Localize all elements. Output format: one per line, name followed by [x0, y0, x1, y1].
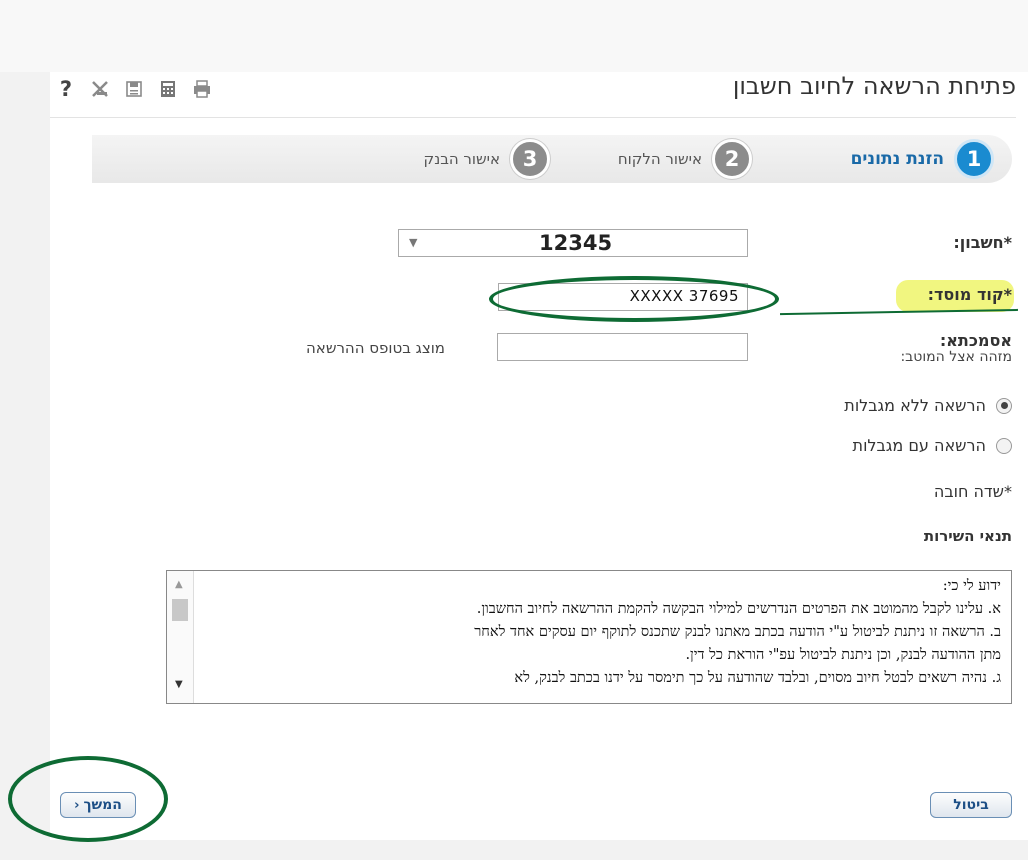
close-x-icon[interactable]	[89, 78, 111, 100]
annotation-oval-institution	[489, 276, 779, 322]
reference-label: אסמכתא:	[939, 331, 1012, 350]
toolbar: ?	[55, 77, 213, 101]
required-note: *שדה חובה	[933, 482, 1012, 501]
step-1-number: 1	[954, 139, 994, 179]
step-2: 2 אישור הלקוח	[618, 135, 752, 183]
title-divider	[50, 117, 1016, 118]
terms-textarea[interactable]: ▲ ▼ ידוע לי כי: א. עלינו לקבל מהמוטב את …	[166, 570, 1012, 704]
radio-unlimited-button[interactable]	[996, 397, 1012, 414]
reference-input[interactable]	[497, 333, 748, 361]
annotation-oval-next	[8, 756, 168, 842]
step-2-number: 2	[712, 139, 752, 179]
top-strip	[0, 0, 1028, 72]
scroll-down-icon[interactable]: ▼	[175, 679, 183, 690]
step-1-label: הזנת נתונים	[850, 149, 944, 169]
save-icon[interactable]	[123, 78, 145, 100]
terms-line: ב. הרשאה זו ניתנת לביטול ע"י הודעה בכתב …	[474, 624, 1001, 640]
cancel-button[interactable]: ביטול	[930, 792, 1012, 818]
scroll-thumb[interactable]	[172, 599, 188, 621]
terms-line: מתן ההודעה לבנק, וכן ניתנת לביטול עפ"י ה…	[685, 647, 1001, 663]
radio-limited-label: הרשאה עם מגבלות	[852, 436, 986, 455]
account-value: 12345	[539, 231, 613, 255]
radio-limited-button[interactable]	[996, 437, 1012, 454]
institution-label: *קוד מוסד:	[927, 285, 1012, 304]
terms-scrollbar[interactable]: ▲ ▼	[167, 571, 194, 703]
terms-line: ידוע לי כי:	[942, 578, 1001, 594]
chevron-down-icon: ▼	[409, 236, 418, 249]
radio-limited[interactable]: הרשאה עם מגבלות	[853, 436, 1012, 455]
calculator-icon[interactable]	[157, 78, 179, 100]
help-icon[interactable]: ?	[55, 77, 77, 101]
step-2-label: אישור הלקוח	[617, 150, 702, 168]
main-panel	[50, 72, 1028, 840]
account-select[interactable]: ▼ 12345	[398, 229, 748, 257]
radio-unlimited[interactable]: הרשאה ללא מגבלות	[844, 396, 1012, 415]
terms-content: ידוע לי כי: א. עלינו לקבל מהמוטב את הפרט…	[197, 575, 1001, 699]
reference-note: מוצג בטופס ההרשאה	[306, 339, 445, 357]
account-label: *חשבון:	[953, 233, 1012, 252]
step-1: 1 הזנת נתונים	[851, 135, 994, 183]
step-3: 3 אישור הבנק	[424, 135, 550, 183]
radio-unlimited-label: הרשאה ללא מגבלות	[844, 396, 986, 415]
terms-line: ג. נהיה רשאים לבטל חיוב מסוים, ובלבד שהו…	[514, 670, 1001, 686]
reference-sublabel: מזהה אצל המוטב:	[900, 349, 1012, 365]
terms-title: תנאי השירות	[923, 527, 1012, 545]
print-icon[interactable]	[191, 78, 213, 100]
step-3-label: אישור הבנק	[423, 150, 500, 168]
step-3-number: 3	[510, 139, 550, 179]
steps-bar: 1 הזנת נתונים 2 אישור הלקוח 3 אישור הבנק	[92, 135, 1012, 183]
scroll-up-icon[interactable]: ▲	[175, 579, 183, 590]
page-title: פתיחת הרשאה לחיוב חשבון	[732, 72, 1016, 100]
terms-line: א. עלינו לקבל מהמוטב את הפרטים הנדרשים ל…	[476, 601, 1001, 617]
